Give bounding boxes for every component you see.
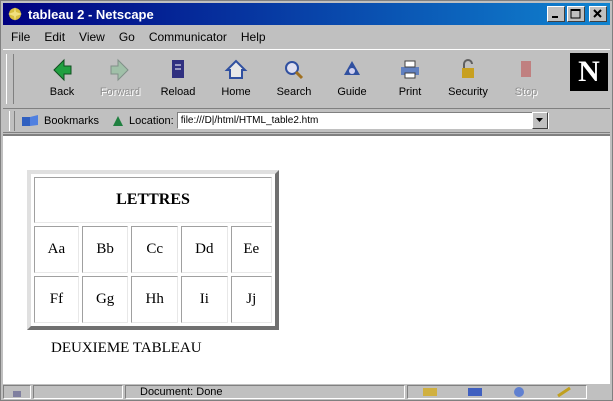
table-row: Aa Bb Cc Dd Ee: [34, 226, 272, 273]
lock-icon: [462, 59, 474, 78]
minimize-button[interactable]: [547, 6, 565, 22]
table-row: Ff Gg Hh Ii Jj: [34, 276, 272, 323]
printer-icon: [401, 60, 419, 79]
home-button[interactable]: Home: [209, 54, 263, 102]
table-cell: Jj: [230, 276, 272, 323]
table-cell: Bb: [81, 226, 129, 273]
home-icon: [224, 59, 248, 79]
status-bar: Document: Done: [3, 384, 610, 400]
table-cell: Hh: [131, 276, 179, 323]
minimize-icon: [552, 16, 558, 18]
guide-icon: [344, 61, 360, 75]
menu-go[interactable]: Go: [119, 30, 135, 44]
stop-icon: [521, 61, 531, 77]
forward-button[interactable]: Forward: [93, 54, 147, 102]
location-bar: Bookmarks Location: file:///D|/html/HTML…: [3, 109, 610, 133]
menu-edit[interactable]: Edit: [44, 30, 65, 44]
table-cell: Gg: [81, 276, 129, 323]
table-cell: Aa: [34, 226, 79, 273]
menu-bar: File Edit View Go Communicator Help: [3, 27, 610, 47]
letters-table: LETTRES Aa Bb Cc Dd Ee Ff Gg Hh Ii Jj: [27, 170, 279, 330]
status-text: Document: Done: [125, 385, 405, 399]
location-label: Location:: [129, 114, 174, 127]
bookmarks-button[interactable]: Bookmarks: [21, 114, 99, 128]
close-icon: [593, 9, 602, 18]
location-grip[interactable]: [9, 110, 15, 131]
reload-button[interactable]: Reload: [151, 54, 205, 102]
navigator-icon[interactable]: [421, 386, 439, 398]
bookmarks-icon: [22, 114, 38, 126]
search-icon: [285, 61, 304, 80]
table-header: LETTRES: [34, 177, 272, 223]
security-status-indicator[interactable]: [3, 385, 31, 399]
mail-icon[interactable]: [466, 386, 484, 398]
menu-help[interactable]: Help: [241, 30, 266, 44]
table-cell: Ff: [34, 276, 79, 323]
print-button[interactable]: Print: [383, 54, 437, 102]
location-icon[interactable]: [111, 114, 125, 128]
back-button[interactable]: Back: [35, 54, 89, 102]
guide-button[interactable]: Guide: [325, 54, 379, 102]
chevron-down-icon: [535, 118, 543, 122]
navigation-toolbar: Back Forward Reload Home Search Guide Pr…: [3, 49, 610, 109]
forward-arrow-icon: [110, 58, 129, 82]
table-cell: Cc: [131, 226, 179, 273]
menu-file[interactable]: File: [11, 30, 30, 44]
back-arrow-icon: [53, 58, 72, 82]
bookmarks-label: Bookmarks: [44, 114, 100, 127]
toolbar-grip[interactable]: [6, 54, 14, 104]
lock-icon: [13, 391, 21, 397]
menu-communicator[interactable]: Communicator: [149, 30, 227, 44]
netscape-app-icon: [8, 7, 22, 21]
table-caption: DEUXIEME TABLEAU: [51, 340, 202, 356]
composer-icon[interactable]: [555, 386, 573, 398]
url-dropdown-button[interactable]: [531, 112, 548, 129]
browser-window: tableau 2 - Netscape File Edit View Go C…: [0, 0, 613, 401]
url-input[interactable]: file:///D|/html/HTML_table2.htm: [176, 112, 549, 129]
maximize-button[interactable]: [567, 6, 585, 22]
security-button[interactable]: Security: [441, 54, 495, 102]
menu-view[interactable]: View: [79, 30, 105, 44]
search-button[interactable]: Search: [267, 54, 321, 102]
component-bar: [407, 385, 587, 399]
reload-icon: [172, 60, 184, 78]
netscape-logo[interactable]: N: [570, 53, 608, 91]
window-title: tableau 2 - Netscape: [28, 6, 154, 22]
close-button[interactable]: [589, 6, 607, 22]
discussion-icon[interactable]: [510, 386, 528, 398]
stop-button[interactable]: Stop: [499, 54, 553, 102]
page-content: LETTRES Aa Bb Cc Dd Ee Ff Gg Hh Ii Jj DE…: [3, 134, 610, 384]
progress-bar: [33, 385, 123, 399]
title-bar[interactable]: tableau 2 - Netscape: [3, 3, 610, 25]
table-cell: Ii: [181, 276, 228, 323]
table-cell: Ee: [230, 226, 272, 273]
maximize-icon: [570, 9, 581, 19]
table-cell: Dd: [181, 226, 228, 273]
